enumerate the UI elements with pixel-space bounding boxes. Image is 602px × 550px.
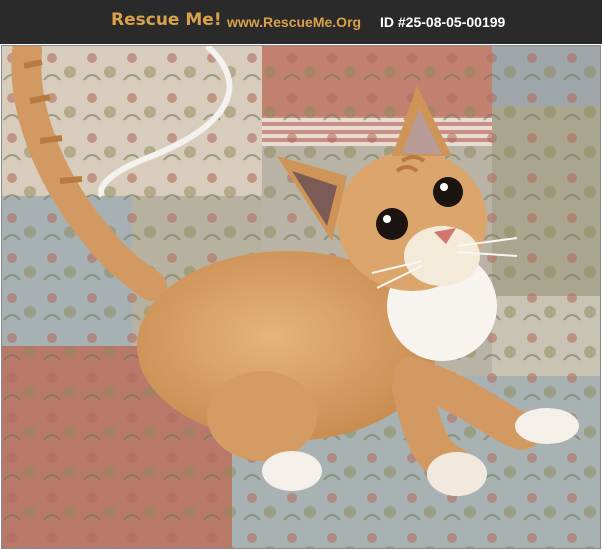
site-url[interactable]: www.RescueMe.Org	[227, 14, 361, 30]
cat-photo-illustration	[2, 46, 600, 548]
brand-logo-text[interactable]: Rescue Me!	[111, 10, 222, 30]
record-id: ID #25-08-05-00199	[380, 14, 506, 30]
cat-photo	[1, 45, 601, 549]
header-bar: Rescue Me! www.RescueMe.Org ID #25-08-05…	[0, 0, 602, 44]
